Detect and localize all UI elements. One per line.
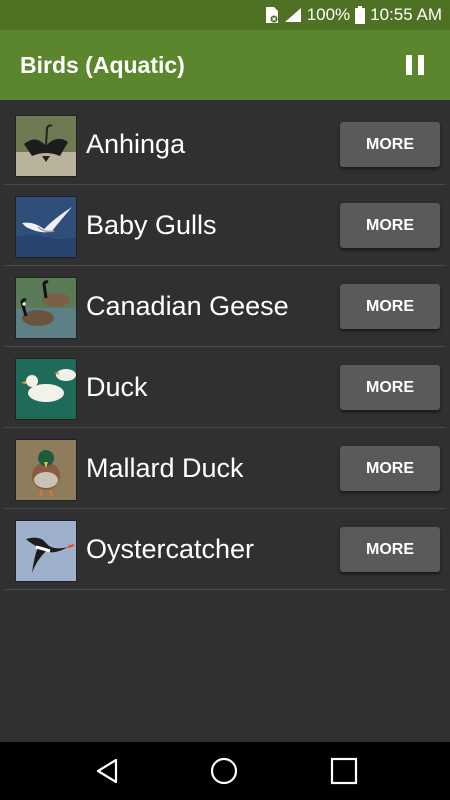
list-item[interactable]: Canadian Geese MORE [5,266,445,347]
more-button[interactable]: MORE [340,122,440,167]
pause-icon[interactable] [404,54,426,76]
more-button[interactable]: MORE [340,203,440,248]
clock: 10:55 AM [370,5,442,24]
canadian-geese-thumbnail [15,277,77,339]
baby-gulls-thumbnail [15,196,77,258]
app-bar: Birds (Aquatic) [0,30,450,100]
page-title: Birds (Aquatic) [20,51,185,78]
list-item[interactable]: Baby Gulls MORE [5,185,445,266]
bird-list: Anhinga MORE Baby Gulls MORE Canadian Ge… [0,104,450,590]
signal-icon [284,7,302,23]
duck-thumbnail [15,358,77,420]
back-icon[interactable] [92,756,122,786]
more-button[interactable]: MORE [340,527,440,572]
battery-level: 100% [306,5,351,24]
anhinga-thumbnail [15,115,77,177]
list-item[interactable]: Duck MORE [5,347,445,428]
home-icon[interactable] [209,756,239,786]
bird-name: Baby Gulls [86,210,217,240]
oystercatcher-thumbnail [15,520,77,582]
mallard-duck-thumbnail [15,439,77,501]
navigation-bar [0,742,450,800]
status-bar: 100% 10:55 AM [0,0,450,30]
bird-name: Anhinga [86,129,186,159]
list-item[interactable]: Oystercatcher MORE [5,509,445,590]
bird-name: Duck [86,372,148,402]
more-button[interactable]: MORE [340,365,440,410]
list-item[interactable]: Mallard Duck MORE [5,428,445,509]
bird-name: Canadian Geese [86,291,289,321]
sd-card-icon [263,6,279,24]
bird-name: Mallard Duck [86,453,244,483]
list-item[interactable]: Anhinga MORE [5,104,445,185]
recents-icon[interactable] [329,756,359,786]
more-button[interactable]: MORE [340,446,440,491]
bird-name: Oystercatcher [86,534,255,564]
more-button[interactable]: MORE [340,284,440,329]
battery-icon [355,6,366,24]
